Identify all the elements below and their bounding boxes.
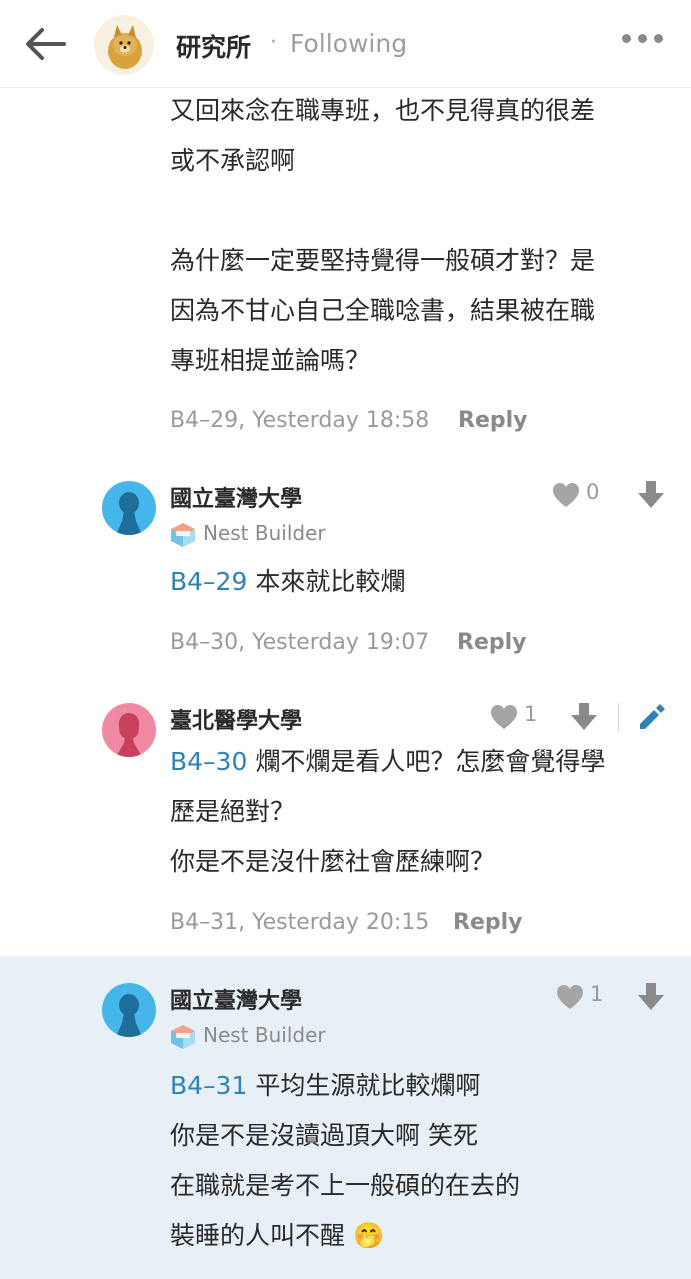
comment-meta: B4–30, Yesterday 19:07: [170, 630, 430, 655]
avatar[interactable]: [102, 703, 156, 757]
like-count: 1: [590, 982, 604, 1006]
post-text-line: 因為不甘心自己全職唸書，結果被在職: [170, 296, 596, 325]
post-meta: B4–29, Yesterday 18:58: [170, 408, 430, 433]
post-text-line: 專班相提並論嗎？: [170, 346, 371, 375]
comment-author: 臺北醫學大學: [170, 709, 303, 734]
downvote-icon[interactable]: [571, 703, 597, 733]
comment-text-line: 你是不是沒什麼社會歷練啊？: [170, 847, 496, 876]
like-count: 1: [524, 702, 538, 726]
downvote-icon[interactable]: [638, 983, 664, 1013]
comment-text-line: 歷是絕對？: [170, 797, 296, 826]
post-text-line: 為什麼一定要堅持覺得一般碩才對？是: [170, 246, 596, 275]
reply-button[interactable]: Reply: [457, 630, 527, 655]
avatar[interactable]: [102, 983, 156, 1037]
more-options-icon[interactable]: [622, 34, 664, 48]
reply-button[interactable]: Reply: [453, 910, 523, 935]
comment-text-line: 你是不是沒讀過頂大啊 笑死: [170, 1121, 478, 1150]
like-button[interactable]: 1: [490, 702, 550, 732]
comment-text-line: B4–30 爛不爛是看人吧？怎麼會覺得學: [170, 747, 606, 776]
nest-builder-icon: [171, 523, 195, 547]
nest-builder-icon: [171, 1025, 195, 1049]
like-count: 0: [586, 480, 600, 504]
comment-text-line: B4–31 平均生源就比較爛啊: [170, 1071, 481, 1100]
follow-status-button[interactable]: Following: [290, 29, 407, 58]
badge-label: Nest Builder: [203, 521, 326, 545]
avatar[interactable]: [102, 481, 156, 535]
title-separator: ·: [270, 30, 277, 55]
comment-meta: B4–31, Yesterday 20:15: [170, 910, 430, 935]
comment-author: 國立臺灣大學: [170, 487, 303, 512]
top-bar: 研究所 · Following: [0, 0, 691, 88]
post-text-line: 或不承認啊: [170, 146, 296, 175]
comment-author: 國立臺灣大學: [170, 989, 303, 1014]
heart-icon: [553, 483, 579, 507]
floor-reference-link[interactable]: B4–30: [170, 747, 247, 776]
floor-reference-link[interactable]: B4–29: [170, 567, 247, 596]
comment-text-line: 在職就是考不上一般碩的在去的: [170, 1171, 521, 1200]
emoji: 🤭: [352, 1221, 385, 1250]
like-button[interactable]: 1: [556, 982, 616, 1012]
reply-button[interactable]: Reply: [458, 408, 528, 433]
edit-pencil-icon[interactable]: [636, 702, 666, 732]
board-title: 研究所: [176, 33, 252, 62]
post-text-line: 又回來念在職專班，也不見得真的很差: [170, 96, 596, 125]
action-divider: [618, 703, 619, 731]
like-button[interactable]: 0: [552, 480, 612, 510]
floor-reference-link[interactable]: B4–31: [170, 1071, 247, 1100]
heart-icon: [491, 705, 517, 729]
heart-icon: [557, 985, 583, 1009]
back-arrow-icon[interactable]: [24, 26, 68, 62]
comment-text-line: B4–29 本來就比較爛: [170, 567, 406, 596]
badge-label: Nest Builder: [203, 1023, 326, 1047]
board-avatar[interactable]: [94, 15, 154, 75]
comment-text-line: 裝睡的人叫不醒 🤭: [170, 1221, 385, 1250]
downvote-icon[interactable]: [638, 481, 664, 511]
